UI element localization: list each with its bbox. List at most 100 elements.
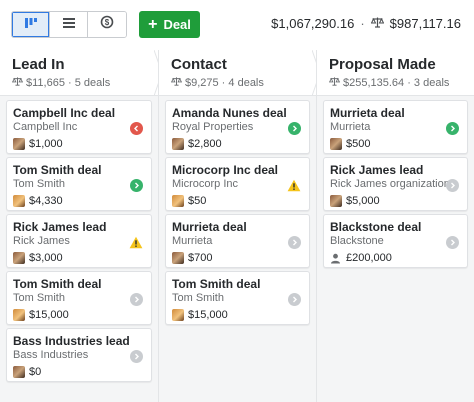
deal-value: $3,000	[29, 252, 63, 264]
deal-value-row: $3,000	[13, 251, 145, 265]
owner-avatar	[13, 195, 25, 207]
stage-title: Proposal Made	[328, 56, 436, 73]
deal-title[interactable]: Rick James lead	[13, 220, 145, 234]
stage-summary-text: $9,275 · 4 deals	[184, 77, 264, 89]
deal-organization: Royal Properties	[171, 121, 254, 133]
deal-title[interactable]: Rick James lead	[330, 163, 461, 177]
weighted-value: $987,117.16	[389, 16, 461, 31]
deal-value-row: $5,000	[329, 194, 461, 208]
no-activity-icon[interactable]	[287, 293, 301, 306]
stage-header: Contact $9,275 · 4 deals	[158, 50, 321, 96]
view-switcher: $	[11, 11, 127, 38]
deal-card[interactable]: Tom Smith deal Tom Smith $15,000	[6, 271, 152, 325]
deal-card[interactable]: Rick James lead Rick James organization $5…	[322, 157, 468, 211]
deal-value-row: $500	[329, 137, 461, 151]
deal-organization: Bass Industries	[13, 349, 89, 361]
stage-summary-text: $255,135.64 · 3 deals	[342, 77, 450, 89]
deal-value-row: $15,000	[171, 308, 303, 322]
list-view-icon	[62, 16, 76, 34]
deal-card[interactable]: Blackstone deal Blackstone £200,000	[322, 214, 468, 268]
deal-title[interactable]: Bass Industries lead	[13, 334, 145, 348]
warning-icon[interactable]	[287, 179, 301, 192]
forecast-view-icon: $	[100, 15, 114, 34]
pipeline-totals: $1,067,290.16 · $987,117.16	[271, 16, 461, 31]
add-deal-button[interactable]: + Deal	[139, 11, 200, 38]
deal-card[interactable]: Tom Smith deal Tom Smith $4,330	[6, 157, 152, 211]
deal-organization: Tom Smith	[13, 292, 65, 304]
stage-summary: $9,275 · 4 deals	[170, 77, 316, 89]
owner-avatar	[171, 138, 184, 150]
owner-avatar	[329, 195, 342, 207]
deal-title[interactable]: Microcorp Inc deal	[172, 163, 303, 177]
svg-text:$: $	[105, 18, 110, 27]
deal-card[interactable]: Rick James lead Rick James $3,000	[6, 214, 152, 268]
deal-organization: Murrieta	[171, 235, 213, 247]
stage-summary: $11,665 · 5 deals	[11, 77, 158, 89]
deal-organization: Murrieta	[329, 121, 371, 133]
deal-organization: Tom Smith	[13, 178, 65, 190]
scheduled-activity-icon[interactable]	[129, 179, 143, 192]
deal-title[interactable]: Tom Smith deal	[13, 277, 145, 291]
owner-avatar	[13, 252, 25, 264]
deal-title[interactable]: Amanda Nunes deal	[172, 106, 303, 120]
deal-value-row: $0	[13, 365, 145, 379]
deal-title[interactable]: Tom Smith deal	[13, 163, 145, 177]
totals-separator: ·	[360, 16, 365, 31]
deal-card[interactable]: Campbell Inc deal Campbell Inc $1,000	[6, 100, 152, 154]
no-activity-icon[interactable]	[129, 293, 143, 306]
list-view-button[interactable]	[50, 12, 88, 37]
deal-card[interactable]: Tom Smith deal Tom Smith $15,000	[164, 271, 310, 325]
deal-value: $15,000	[29, 309, 69, 321]
scheduled-activity-icon[interactable]	[287, 122, 301, 135]
plus-icon: +	[148, 15, 158, 33]
deal-title[interactable]: Murrieta deal	[330, 106, 461, 120]
stage-summary: $255,135.64 · 3 deals	[328, 77, 474, 89]
forecast-view-button[interactable]: $	[88, 12, 126, 37]
deal-list: Amanda Nunes deal Royal Properties $2,800 M…	[159, 96, 316, 325]
person-icon	[330, 252, 342, 264]
deal-value-row: $4,330	[13, 194, 145, 208]
scale-icon	[11, 77, 24, 89]
stage-column: Lead In $11,665 · 5 deals Campbell Inc dea…	[0, 50, 163, 402]
deal-card[interactable]: Amanda Nunes deal Royal Properties $2,800	[164, 100, 310, 154]
deal-card[interactable]: Bass Industries lead Bass Industries $0	[6, 328, 152, 382]
deal-value: $500	[345, 138, 371, 150]
deal-value: $50	[187, 195, 207, 207]
deal-value: $5,000	[345, 195, 380, 207]
pipeline-board: Lead In $11,665 · 5 deals Campbell Inc dea…	[0, 50, 474, 402]
owner-avatar	[171, 309, 184, 321]
no-activity-icon[interactable]	[445, 236, 459, 249]
deal-value-row: $1,000	[13, 137, 145, 151]
deal-organization: Campbell Inc	[13, 121, 78, 133]
deal-value-row: $2,800	[171, 137, 303, 151]
add-deal-label: Deal	[163, 17, 191, 32]
scale-icon	[370, 16, 384, 31]
deal-title[interactable]: Tom Smith deal	[172, 277, 303, 291]
deal-title[interactable]: Murrieta deal	[172, 220, 303, 234]
owner-avatar	[13, 366, 25, 378]
total-value: $1,067,290.16	[271, 16, 355, 31]
stage-header: Proposal Made $255,135.64 · 3 deals	[316, 50, 474, 96]
stage-column: Proposal Made $255,135.64 · 3 deals Murrie…	[315, 50, 474, 402]
no-activity-icon[interactable]	[445, 179, 459, 192]
deal-title[interactable]: Blackstone deal	[330, 220, 461, 234]
pipeline-view-button[interactable]	[12, 12, 50, 37]
pipeline-view-icon	[24, 16, 38, 34]
scheduled-activity-icon[interactable]	[445, 122, 459, 135]
warning-icon[interactable]	[129, 236, 143, 249]
deal-value: $15,000	[187, 309, 228, 321]
no-activity-icon[interactable]	[287, 236, 301, 249]
deal-title[interactable]: Campbell Inc deal	[13, 106, 145, 120]
stage-header: Lead In $11,665 · 5 deals	[0, 50, 163, 96]
owner-avatar	[171, 195, 184, 207]
deal-organization: Microcorp Inc	[171, 178, 239, 190]
deal-value-row: $700	[171, 251, 303, 265]
stage-title: Contact	[170, 56, 227, 73]
deal-card[interactable]: Murrieta deal Murrieta $500	[322, 100, 468, 154]
deal-card[interactable]: Murrieta deal Murrieta $700	[164, 214, 310, 268]
no-activity-icon[interactable]	[129, 350, 143, 363]
deal-card[interactable]: Microcorp Inc deal Microcorp Inc $50	[164, 157, 310, 211]
deal-organization: Blackstone	[329, 235, 384, 247]
overdue-activity-icon[interactable]	[129, 122, 143, 135]
deal-value-row: $50	[171, 194, 303, 208]
